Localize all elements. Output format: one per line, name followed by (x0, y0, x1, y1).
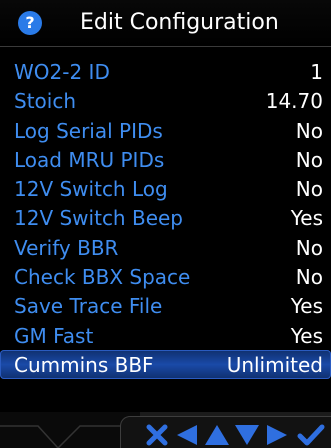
config-label: WO2-2 ID (14, 60, 110, 84)
bottom-toolbar (0, 412, 331, 448)
config-label: Stoich (14, 89, 77, 114)
config-value: No (295, 118, 323, 143)
config-row-verify-bbr[interactable]: Verify BBR No (0, 233, 331, 262)
config-label: GM Fast (14, 323, 94, 348)
config-label: Log Serial PIDs (14, 118, 163, 143)
config-label: 12V Switch Beep (14, 206, 183, 231)
config-value: Yes (290, 323, 323, 348)
config-row-wo2-2-id[interactable]: WO2-2 ID 1 (0, 57, 331, 86)
toolbar-decoration (0, 412, 140, 448)
config-value: No (295, 177, 323, 202)
config-row-12v-switch-log[interactable]: 12V Switch Log No (0, 174, 331, 203)
config-row-load-mru-pids[interactable]: Load MRU PIDs No (0, 145, 331, 174)
title-bar: ? Edit Configuration (0, 0, 331, 47)
config-row-12v-switch-beep[interactable]: 12V Switch Beep Yes (0, 203, 331, 232)
config-row-check-bbx-space[interactable]: Check BBX Space No (0, 262, 331, 291)
config-value: No (295, 235, 323, 260)
config-list: WO2-2 ID 1 Stoich 14.70 Log Serial PIDs … (0, 57, 331, 380)
nav-button-bar (120, 416, 331, 448)
config-label: 12V Switch Log (14, 177, 168, 202)
config-value: No (295, 147, 323, 172)
device-screen: ? Edit Configuration WO2-2 ID 1 Stoich 1… (0, 0, 331, 448)
config-row-cummins-bbf[interactable]: Cummins BBF Unlimited (0, 349, 331, 380)
config-value: Yes (290, 294, 323, 319)
config-label: Check BBX Space (14, 265, 191, 290)
config-value: Yes (290, 206, 323, 231)
config-row-stoich[interactable]: Stoich 14.70 (0, 86, 331, 115)
help-icon[interactable]: ? (18, 11, 42, 35)
right-arrow-icon[interactable] (263, 423, 291, 447)
left-arrow-icon[interactable] (173, 423, 201, 447)
config-label: Save Trace File (14, 294, 163, 319)
config-label: Load MRU PIDs (14, 147, 165, 172)
dialog-title: Edit Configuration (80, 10, 279, 35)
close-icon[interactable] (143, 423, 171, 447)
config-row-gm-fast[interactable]: GM Fast Yes (0, 321, 331, 350)
config-value: 14.70 (265, 89, 323, 114)
config-label: Verify BBR (14, 235, 119, 260)
down-arrow-icon[interactable] (233, 423, 261, 447)
config-label: Cummins BBF (14, 352, 154, 377)
config-row-log-serial-pids[interactable]: Log Serial PIDs No (0, 116, 331, 145)
config-row-save-trace-file[interactable]: Save Trace File Yes (0, 291, 331, 320)
config-value: No (295, 265, 323, 290)
config-value: Unlimited (226, 352, 323, 377)
checkmark-icon[interactable] (297, 423, 325, 447)
up-arrow-icon[interactable] (203, 423, 231, 447)
config-value: 1 (310, 60, 323, 84)
